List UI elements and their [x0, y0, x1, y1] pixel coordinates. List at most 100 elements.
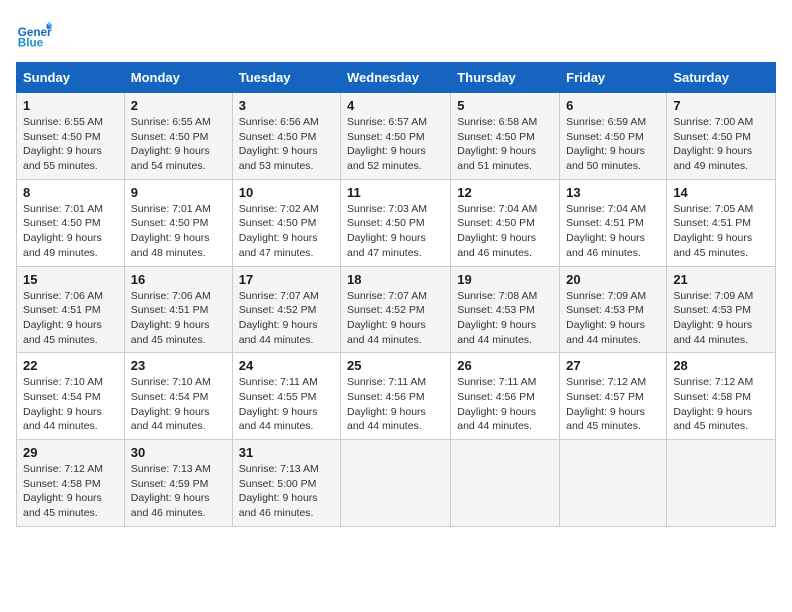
day-info: Sunrise: 7:13 AMSunset: 5:00 PMDaylight:… — [239, 462, 334, 521]
day-cell-13: 13 Sunrise: 7:04 AMSunset: 4:51 PMDaylig… — [560, 179, 667, 266]
day-number: 14 — [673, 185, 769, 200]
day-info: Sunrise: 7:10 AMSunset: 4:54 PMDaylight:… — [23, 375, 118, 434]
day-info: Sunrise: 7:11 AMSunset: 4:55 PMDaylight:… — [239, 375, 334, 434]
day-number: 13 — [566, 185, 660, 200]
day-info: Sunrise: 7:07 AMSunset: 4:52 PMDaylight:… — [347, 289, 444, 348]
day-info: Sunrise: 7:06 AMSunset: 4:51 PMDaylight:… — [23, 289, 118, 348]
day-number: 16 — [131, 272, 226, 287]
day-number: 5 — [457, 98, 553, 113]
day-info: Sunrise: 7:04 AMSunset: 4:51 PMDaylight:… — [566, 202, 660, 261]
day-info: Sunrise: 7:10 AMSunset: 4:54 PMDaylight:… — [131, 375, 226, 434]
day-number: 3 — [239, 98, 334, 113]
day-number: 29 — [23, 445, 118, 460]
day-number: 20 — [566, 272, 660, 287]
day-number: 28 — [673, 358, 769, 373]
day-info: Sunrise: 7:06 AMSunset: 4:51 PMDaylight:… — [131, 289, 226, 348]
col-header-monday: Monday — [124, 63, 232, 93]
day-number: 15 — [23, 272, 118, 287]
day-cell-26: 26 Sunrise: 7:11 AMSunset: 4:56 PMDaylig… — [451, 353, 560, 440]
day-info: Sunrise: 7:05 AMSunset: 4:51 PMDaylight:… — [673, 202, 769, 261]
day-cell-5: 5 Sunrise: 6:58 AMSunset: 4:50 PMDayligh… — [451, 93, 560, 180]
day-cell-25: 25 Sunrise: 7:11 AMSunset: 4:56 PMDaylig… — [341, 353, 451, 440]
day-cell-16: 16 Sunrise: 7:06 AMSunset: 4:51 PMDaylig… — [124, 266, 232, 353]
day-info: Sunrise: 7:11 AMSunset: 4:56 PMDaylight:… — [457, 375, 553, 434]
day-info: Sunrise: 6:55 AMSunset: 4:50 PMDaylight:… — [131, 115, 226, 174]
day-cell-17: 17 Sunrise: 7:07 AMSunset: 4:52 PMDaylig… — [232, 266, 340, 353]
empty-cell — [341, 440, 451, 527]
day-number: 6 — [566, 98, 660, 113]
day-cell-29: 29 Sunrise: 7:12 AMSunset: 4:58 PMDaylig… — [17, 440, 125, 527]
day-info: Sunrise: 7:12 AMSunset: 4:58 PMDaylight:… — [673, 375, 769, 434]
day-number: 12 — [457, 185, 553, 200]
empty-cell — [667, 440, 776, 527]
col-header-thursday: Thursday — [451, 63, 560, 93]
day-cell-22: 22 Sunrise: 7:10 AMSunset: 4:54 PMDaylig… — [17, 353, 125, 440]
day-number: 11 — [347, 185, 444, 200]
day-info: Sunrise: 6:58 AMSunset: 4:50 PMDaylight:… — [457, 115, 553, 174]
calendar-table: SundayMondayTuesdayWednesdayThursdayFrid… — [16, 62, 776, 527]
day-cell-12: 12 Sunrise: 7:04 AMSunset: 4:50 PMDaylig… — [451, 179, 560, 266]
day-info: Sunrise: 7:09 AMSunset: 4:53 PMDaylight:… — [673, 289, 769, 348]
day-number: 23 — [131, 358, 226, 373]
day-info: Sunrise: 7:12 AMSunset: 4:57 PMDaylight:… — [566, 375, 660, 434]
day-cell-14: 14 Sunrise: 7:05 AMSunset: 4:51 PMDaylig… — [667, 179, 776, 266]
day-cell-19: 19 Sunrise: 7:08 AMSunset: 4:53 PMDaylig… — [451, 266, 560, 353]
day-cell-21: 21 Sunrise: 7:09 AMSunset: 4:53 PMDaylig… — [667, 266, 776, 353]
day-cell-3: 3 Sunrise: 6:56 AMSunset: 4:50 PMDayligh… — [232, 93, 340, 180]
col-header-wednesday: Wednesday — [341, 63, 451, 93]
day-cell-6: 6 Sunrise: 6:59 AMSunset: 4:50 PMDayligh… — [560, 93, 667, 180]
col-header-sunday: Sunday — [17, 63, 125, 93]
empty-cell — [560, 440, 667, 527]
day-info: Sunrise: 7:01 AMSunset: 4:50 PMDaylight:… — [131, 202, 226, 261]
day-number: 7 — [673, 98, 769, 113]
day-info: Sunrise: 7:07 AMSunset: 4:52 PMDaylight:… — [239, 289, 334, 348]
day-info: Sunrise: 6:56 AMSunset: 4:50 PMDaylight:… — [239, 115, 334, 174]
day-info: Sunrise: 7:04 AMSunset: 4:50 PMDaylight:… — [457, 202, 553, 261]
day-number: 22 — [23, 358, 118, 373]
day-number: 4 — [347, 98, 444, 113]
day-info: Sunrise: 7:00 AMSunset: 4:50 PMDaylight:… — [673, 115, 769, 174]
day-cell-8: 8 Sunrise: 7:01 AMSunset: 4:50 PMDayligh… — [17, 179, 125, 266]
day-cell-15: 15 Sunrise: 7:06 AMSunset: 4:51 PMDaylig… — [17, 266, 125, 353]
day-cell-2: 2 Sunrise: 6:55 AMSunset: 4:50 PMDayligh… — [124, 93, 232, 180]
day-number: 27 — [566, 358, 660, 373]
day-cell-30: 30 Sunrise: 7:13 AMSunset: 4:59 PMDaylig… — [124, 440, 232, 527]
day-number: 2 — [131, 98, 226, 113]
day-info: Sunrise: 7:08 AMSunset: 4:53 PMDaylight:… — [457, 289, 553, 348]
day-cell-11: 11 Sunrise: 7:03 AMSunset: 4:50 PMDaylig… — [341, 179, 451, 266]
day-info: Sunrise: 7:11 AMSunset: 4:56 PMDaylight:… — [347, 375, 444, 434]
day-number: 1 — [23, 98, 118, 113]
day-cell-27: 27 Sunrise: 7:12 AMSunset: 4:57 PMDaylig… — [560, 353, 667, 440]
day-number: 18 — [347, 272, 444, 287]
day-number: 30 — [131, 445, 226, 460]
col-header-friday: Friday — [560, 63, 667, 93]
day-cell-10: 10 Sunrise: 7:02 AMSunset: 4:50 PMDaylig… — [232, 179, 340, 266]
logo: General Blue — [16, 16, 56, 52]
page-header: General Blue — [16, 16, 776, 52]
day-number: 19 — [457, 272, 553, 287]
day-number: 21 — [673, 272, 769, 287]
empty-cell — [451, 440, 560, 527]
svg-text:Blue: Blue — [18, 37, 44, 50]
day-info: Sunrise: 7:01 AMSunset: 4:50 PMDaylight:… — [23, 202, 118, 261]
day-number: 8 — [23, 185, 118, 200]
day-number: 25 — [347, 358, 444, 373]
logo-icon: General Blue — [16, 16, 52, 52]
day-cell-28: 28 Sunrise: 7:12 AMSunset: 4:58 PMDaylig… — [667, 353, 776, 440]
day-info: Sunrise: 6:59 AMSunset: 4:50 PMDaylight:… — [566, 115, 660, 174]
col-header-saturday: Saturday — [667, 63, 776, 93]
day-number: 9 — [131, 185, 226, 200]
day-number: 17 — [239, 272, 334, 287]
day-cell-7: 7 Sunrise: 7:00 AMSunset: 4:50 PMDayligh… — [667, 93, 776, 180]
day-cell-20: 20 Sunrise: 7:09 AMSunset: 4:53 PMDaylig… — [560, 266, 667, 353]
day-number: 26 — [457, 358, 553, 373]
day-info: Sunrise: 6:55 AMSunset: 4:50 PMDaylight:… — [23, 115, 118, 174]
day-info: Sunrise: 7:12 AMSunset: 4:58 PMDaylight:… — [23, 462, 118, 521]
day-info: Sunrise: 7:02 AMSunset: 4:50 PMDaylight:… — [239, 202, 334, 261]
day-info: Sunrise: 7:09 AMSunset: 4:53 PMDaylight:… — [566, 289, 660, 348]
day-info: Sunrise: 7:03 AMSunset: 4:50 PMDaylight:… — [347, 202, 444, 261]
day-cell-1: 1 Sunrise: 6:55 AMSunset: 4:50 PMDayligh… — [17, 93, 125, 180]
day-cell-18: 18 Sunrise: 7:07 AMSunset: 4:52 PMDaylig… — [341, 266, 451, 353]
day-number: 10 — [239, 185, 334, 200]
day-info: Sunrise: 7:13 AMSunset: 4:59 PMDaylight:… — [131, 462, 226, 521]
